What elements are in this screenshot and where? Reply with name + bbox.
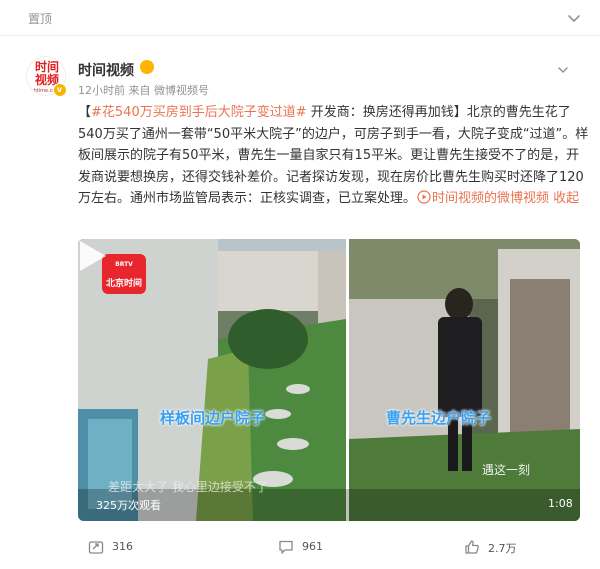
source-prefix: 来自 (128, 84, 151, 97)
pinned-label: 置顶 (28, 12, 53, 26)
chevron-down-icon[interactable] (566, 10, 582, 26)
subtitle-right: 遇这一刻 (482, 463, 531, 477)
hashtag-link[interactable]: #花540万买房到手后大院子变过道# (91, 105, 307, 120)
author-name[interactable]: 时间视频 (78, 60, 134, 80)
top-bar: 置顶 (0, 0, 600, 36)
video-link-label: 时间视频的微博视频 (432, 191, 550, 206)
repost-icon (88, 541, 104, 554)
like-button[interactable]: 2.7万 (464, 538, 534, 556)
post-meta: 12小时前 来自 微博视频号 (78, 82, 209, 98)
play-icon[interactable] (78, 239, 108, 273)
subtitle-left: 差距太大了 我心里边接受不了 (108, 480, 268, 494)
video-link[interactable]: 时间视频的微博视频 (416, 190, 550, 206)
verified-badge-icon: v (53, 83, 67, 97)
comment-icon (279, 540, 293, 554)
comment-count: 961 (302, 540, 323, 553)
comment-button[interactable]: 961 (278, 538, 338, 556)
post-time[interactable]: 12小时前 (78, 84, 125, 97)
caption-right: 曹先生边户院子 (386, 409, 492, 427)
post-source[interactable]: 微博视频号 (154, 84, 209, 97)
view-count: 325万次观看 (96, 499, 161, 512)
post-text: 【#花540万买房到手后大院子变过道# 开发商：换房还得再加钱】北京的曹先生花了… (78, 102, 590, 210)
collapse-link[interactable]: 收起 (553, 191, 579, 206)
like-count: 2.7万 (488, 542, 517, 555)
video-duration: 1:08 (548, 497, 573, 510)
brtv-logo: BRTV 北京时间 (102, 254, 146, 294)
thumbs-up-icon (465, 540, 479, 554)
membership-icon (140, 60, 154, 74)
action-bar: 316 961 2.7万 (0, 528, 600, 569)
repost-button[interactable]: 316 (88, 538, 148, 556)
play-circle-icon (417, 190, 431, 204)
caption-left: 样板间边户院子 (160, 409, 266, 427)
post-text-bracket: 【 (78, 105, 92, 120)
repost-count: 316 (112, 540, 133, 553)
video-player[interactable]: BRTV 北京时间 样板间边户院子 曹先生边户院子 差距太大了 我心里边接受不了… (78, 239, 580, 521)
more-options-icon[interactable] (556, 63, 570, 77)
